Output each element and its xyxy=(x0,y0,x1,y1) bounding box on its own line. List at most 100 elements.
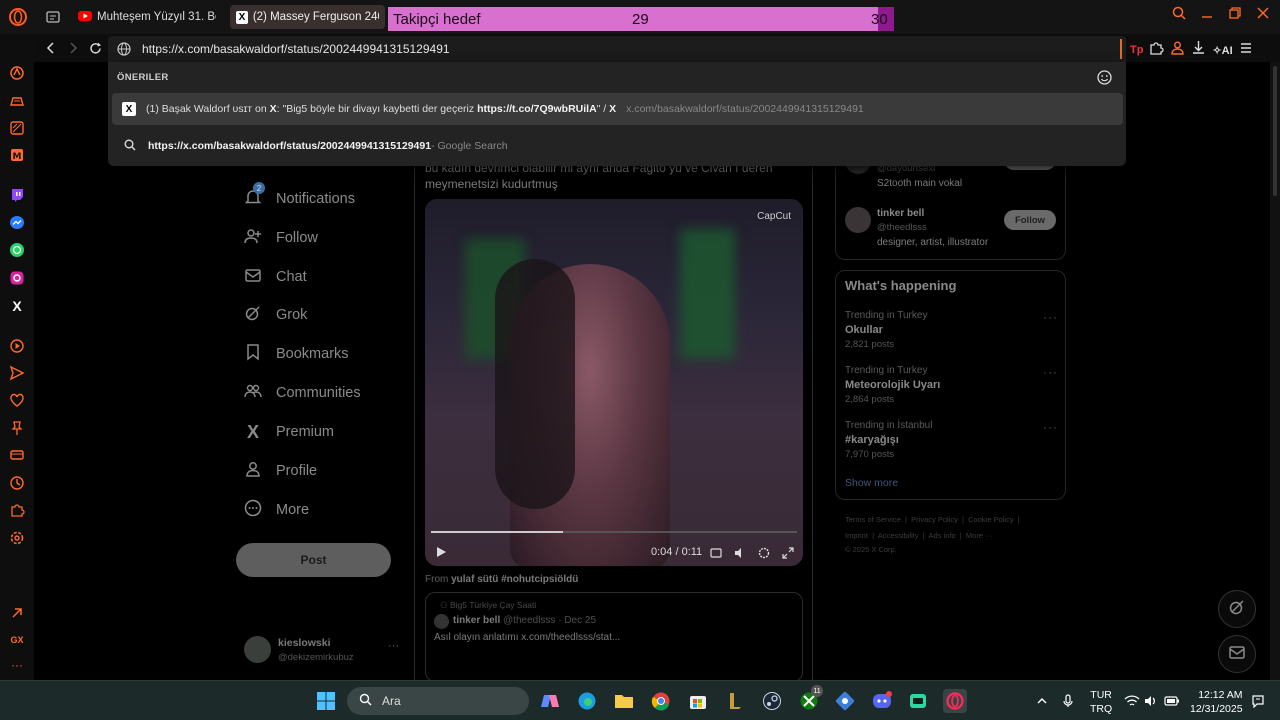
wallet-icon[interactable] xyxy=(8,446,26,464)
more-dots-icon[interactable]: ··· xyxy=(388,640,399,652)
follow-button[interactable]: Follow xyxy=(1004,210,1056,230)
settings-gear-icon[interactable] xyxy=(758,546,770,564)
video-progress-track[interactable] xyxy=(431,531,797,533)
footer-link[interactable]: More ··· xyxy=(966,531,993,540)
gx-mods-icon[interactable] xyxy=(8,604,26,622)
footer-link[interactable]: Accessibility xyxy=(878,531,919,540)
tab-x-active[interactable]: X (2) Massey Ferguson 240S xyxy=(230,5,385,29)
history-icon[interactable] xyxy=(8,474,26,492)
quoted-tweet[interactable]: ⚇ Big5 Türkiye Çay Saati tinker bell @th… xyxy=(425,592,803,682)
file-explorer-icon[interactable] xyxy=(612,689,636,713)
cart-icon[interactable] xyxy=(8,92,26,110)
footer-link[interactable]: Cookie Policy xyxy=(968,515,1013,524)
copilot-icon[interactable] xyxy=(538,689,562,713)
discord-icon[interactable] xyxy=(870,689,894,713)
league-icon[interactable] xyxy=(723,689,747,713)
url-input[interactable]: https://x.com/basakwaldorf/status/200244… xyxy=(142,42,450,56)
profile-icon[interactable] xyxy=(1170,40,1185,60)
nav-grok[interactable]: Grok xyxy=(244,303,307,327)
post-button[interactable]: Post xyxy=(236,543,391,577)
opera-logo-icon[interactable] xyxy=(8,7,28,27)
send-icon[interactable] xyxy=(8,364,26,382)
whatsapp-icon[interactable] xyxy=(8,241,26,259)
edge-icon[interactable] xyxy=(575,689,599,713)
tweet-video[interactable]: CapCut 0:04 / 0:11 xyxy=(425,199,803,566)
m-app-icon[interactable]: M xyxy=(8,146,26,164)
more-dots-icon[interactable]: ··· xyxy=(1043,420,1058,434)
download-icon[interactable] xyxy=(1191,40,1206,60)
more-dots-icon[interactable]: ··· xyxy=(1043,310,1058,324)
close-icon[interactable] xyxy=(1256,6,1270,20)
fullscreen-icon[interactable] xyxy=(782,546,794,564)
chevron-up-icon[interactable] xyxy=(1030,689,1054,713)
tab-youtube[interactable]: Muhteşem Yüzyıl 31. Bölüm xyxy=(72,5,222,29)
start-icon[interactable] xyxy=(314,689,338,713)
nav-communities[interactable]: Communities xyxy=(244,381,361,405)
play-icon[interactable] xyxy=(435,545,447,563)
player-icon[interactable] xyxy=(8,337,26,355)
aria-icon[interactable] xyxy=(8,64,26,82)
ai-icon[interactable]: ✧AI xyxy=(1212,44,1232,57)
reload-icon[interactable] xyxy=(87,40,103,56)
trend-item[interactable]: Trending in İstanbul #karyağışı 7,970 post… xyxy=(845,420,932,460)
settings-gear-icon[interactable] xyxy=(8,529,26,547)
grok-float-button[interactable] xyxy=(1218,590,1256,628)
suggestion-search-item[interactable]: https://x.com/basakwaldorf/status/200244… xyxy=(112,130,1123,162)
stripes-icon[interactable] xyxy=(8,119,26,137)
more-dots-icon[interactable]: ··· xyxy=(8,656,26,674)
messages-float-button[interactable] xyxy=(1218,635,1256,673)
trend-item[interactable]: Trending in Turkey Okullar 2,821 posts xyxy=(845,310,927,350)
show-more-link[interactable]: Show more xyxy=(845,477,898,489)
suggestion-history-item[interactable]: X (1) Başak Waldorf ᴜsɪᴛ on X: "Big5 böy… xyxy=(112,93,1123,125)
restore-icon[interactable] xyxy=(1228,6,1242,20)
more-dots-icon[interactable]: ··· xyxy=(1043,365,1058,379)
heart-icon[interactable] xyxy=(8,391,26,409)
microphone-icon[interactable] xyxy=(1056,689,1080,713)
forward-icon[interactable] xyxy=(65,40,81,56)
store-icon[interactable] xyxy=(686,689,710,713)
nav-profile[interactable]: Profile xyxy=(244,459,317,483)
nav-premium[interactable]: X Premium xyxy=(244,420,334,444)
emoji-icon[interactable] xyxy=(1097,70,1112,90)
nav-notifications[interactable]: 2 Notifications xyxy=(244,182,355,211)
menu-icon[interactable] xyxy=(1239,41,1253,60)
extensions-icon[interactable] xyxy=(8,501,26,519)
volume-icon[interactable] xyxy=(734,546,746,564)
language-indicator[interactable]: TUR TRQ xyxy=(1090,688,1112,716)
footer-link[interactable]: Privacy Policy xyxy=(911,515,958,524)
nav-more[interactable]: More xyxy=(244,498,309,522)
robot-app-icon[interactable] xyxy=(906,689,930,713)
nav-bookmarks[interactable]: Bookmarks xyxy=(244,342,349,366)
captions-icon[interactable] xyxy=(710,546,722,564)
account-switcher[interactable]: kieslowski @dekizemirkubuz ··· xyxy=(244,634,404,670)
twitch-icon[interactable] xyxy=(8,186,26,204)
steam-icon[interactable] xyxy=(760,689,784,713)
back-icon[interactable] xyxy=(43,40,59,56)
pin-icon[interactable] xyxy=(8,419,26,437)
messenger-icon[interactable] xyxy=(8,214,26,232)
instagram-icon[interactable] xyxy=(8,269,26,287)
nav-follow[interactable]: Follow xyxy=(244,226,318,250)
footer-link[interactable]: Imprint xyxy=(845,531,868,540)
page-scrollbar[interactable] xyxy=(1270,62,1280,680)
tab-switcher-icon[interactable] xyxy=(44,9,62,25)
search-icon[interactable] xyxy=(1172,6,1186,20)
opera-gx-icon[interactable] xyxy=(943,689,967,713)
xbox-icon[interactable]: 11 xyxy=(797,685,823,713)
from-user-link[interactable]: yulaf sütü #nohutcipsiöldü xyxy=(451,574,578,585)
notification-center-icon[interactable] xyxy=(1246,689,1270,713)
trend-item[interactable]: Trending in Turkey Meteorolojik Uyarı 2,86… xyxy=(845,365,940,405)
x-logo-icon[interactable]: X xyxy=(8,297,26,315)
scrollbar-thumb[interactable] xyxy=(1273,66,1277,196)
gx-corner-icon[interactable]: GX xyxy=(8,631,26,649)
extensions-icon[interactable] xyxy=(1149,40,1165,60)
tp-extension-icon[interactable]: Tp xyxy=(1130,44,1143,56)
battery-icon[interactable] xyxy=(1160,689,1184,713)
nav-chat[interactable]: Chat xyxy=(244,265,307,289)
minimize-icon[interactable] xyxy=(1200,6,1214,20)
app-icon[interactable] xyxy=(833,689,857,713)
clock[interactable]: 12:12 AM 12/31/2025 xyxy=(1190,688,1243,716)
taskbar-search[interactable]: Ara xyxy=(347,687,529,715)
footer-link[interactable]: Terms of Service xyxy=(845,515,901,524)
address-bar[interactable]: https://x.com/basakwaldorf/status/200244… xyxy=(108,36,1126,62)
